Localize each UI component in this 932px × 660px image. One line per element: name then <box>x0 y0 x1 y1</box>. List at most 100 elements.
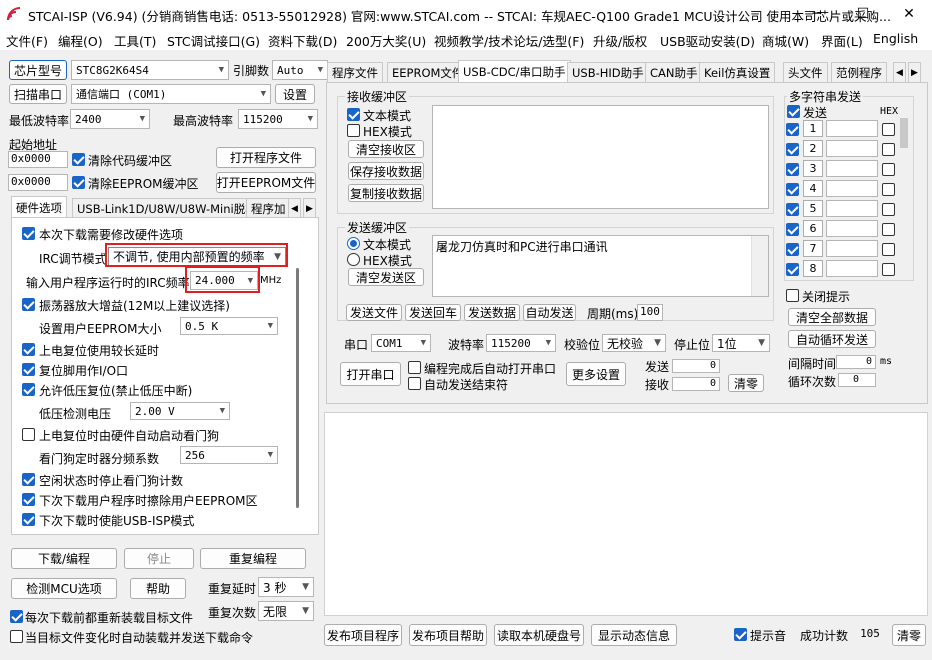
send-file-button[interactable]: 发送文件 <box>346 304 402 321</box>
publish-help-button[interactable]: 发布项目帮助 <box>409 624 487 646</box>
tab-can[interactable]: CAN助手 <box>645 62 703 82</box>
tab-header[interactable]: 头文件 <box>783 62 828 82</box>
send-hex-mode-radio[interactable] <box>347 253 360 266</box>
clear-all-button[interactable]: 清空全部数据 <box>788 308 876 326</box>
multi-send-checkbox[interactable] <box>787 105 800 118</box>
row-text-input[interactable] <box>826 120 878 137</box>
menu-english[interactable]: English <box>873 31 918 46</box>
row-text-input[interactable] <box>826 200 878 217</box>
menu-tools[interactable]: 工具(T) <box>114 31 156 50</box>
pin-count-select[interactable]: Auto ▼ <box>272 60 328 80</box>
send-text-mode-radio[interactable] <box>347 237 360 250</box>
auto-load-checkbox[interactable] <box>10 630 23 643</box>
receive-textarea[interactable] <box>432 105 769 209</box>
menu-video[interactable]: 视频教学/技术论坛/选型(F) <box>434 31 584 50</box>
menu-program[interactable]: 编程(O) <box>58 31 103 50</box>
tab-keil[interactable]: Keil仿真设置 <box>699 62 776 82</box>
scan-port-button[interactable]: 扫描串口 <box>9 84 67 104</box>
maximize-button[interactable]: ☐ <box>840 0 886 28</box>
tab-eeprom-file[interactable]: EEPROM文件 <box>387 62 469 82</box>
min-baud-select[interactable]: 2400 ▼ <box>70 109 150 129</box>
reset-io-checkbox[interactable] <box>22 363 35 376</box>
repeat-delay-select[interactable]: 3 秒 ▼ <box>258 577 314 597</box>
open-eeprom-file-button[interactable]: 打开EEPROM文件 <box>216 172 316 193</box>
interval-input[interactable]: 0 <box>836 355 876 369</box>
row-send-checkbox[interactable] <box>786 203 799 216</box>
usb-isp-checkbox[interactable] <box>22 513 35 526</box>
auto-send-button[interactable]: 自动发送 <box>523 304 576 321</box>
period-input[interactable]: 100 <box>637 304 663 321</box>
auto-end-checkbox[interactable] <box>408 377 421 390</box>
copy-recv-button[interactable]: 复制接收数据 <box>348 184 424 202</box>
menu-upgrade[interactable]: 升级/版权 <box>593 31 647 50</box>
row-hex-checkbox[interactable] <box>882 203 895 216</box>
send-return-button[interactable]: 发送回车 <box>405 304 461 321</box>
row-send-button[interactable]: 5 <box>803 200 823 217</box>
detect-mcu-button[interactable]: 检测MCU选项 <box>11 578 117 599</box>
chip-type-select[interactable]: STC8G2K64S4 ▼ <box>71 60 229 80</box>
menu-usb-driver[interactable]: USB驱动安装(D) <box>660 31 755 50</box>
send-textarea[interactable]: 屠龙刀仿真时和PC进行串口通讯 <box>432 235 769 297</box>
multi-scrollbar[interactable] <box>900 118 908 148</box>
row-send-button[interactable]: 1 <box>803 120 823 137</box>
repeat-program-button[interactable]: 重复编程 <box>200 548 306 569</box>
row-send-button[interactable]: 3 <box>803 160 823 177</box>
read-disk-button[interactable]: 读取本机硬盘号 <box>494 624 584 646</box>
loop-count-input[interactable]: 0 <box>838 373 876 387</box>
menu-download[interactable]: 资料下载(D) <box>268 31 337 50</box>
tab-examples[interactable]: 范例程序 <box>831 62 887 82</box>
tab-usb-cdc[interactable]: USB-CDC/串口助手 <box>458 60 571 82</box>
clear-recv-button[interactable]: 清空接收区 <box>348 140 424 158</box>
row-text-input[interactable] <box>826 260 878 277</box>
scrollbar-thumb[interactable] <box>296 268 299 508</box>
reload-checkbox[interactable] <box>10 610 23 623</box>
clear-success-button[interactable]: 清零 <box>892 624 926 646</box>
tab-usb-hid[interactable]: USB-HID助手 <box>567 62 649 82</box>
baud-select[interactable]: 115200 ▼ <box>486 334 556 352</box>
clear-count-button[interactable]: 清零 <box>728 374 764 392</box>
menu-ui[interactable]: 界面(L) <box>821 31 863 50</box>
row-text-input[interactable] <box>826 180 878 197</box>
row-text-input[interactable] <box>826 220 878 237</box>
row-text-input[interactable] <box>826 240 878 257</box>
output-log-area[interactable] <box>324 412 928 616</box>
row-hex-checkbox[interactable] <box>882 243 895 256</box>
close-button[interactable]: ✕ <box>886 0 932 28</box>
auto-loop-button[interactable]: 自动循环发送 <box>788 330 876 348</box>
row-hex-checkbox[interactable] <box>882 223 895 236</box>
recv-hex-mode-checkbox[interactable] <box>347 124 360 137</box>
start-address-input-2[interactable]: 0x0000 <box>8 174 68 191</box>
clear-eeprom-checkbox[interactable] <box>72 176 85 189</box>
row-send-button[interactable]: 7 <box>803 240 823 257</box>
tab-usb-link[interactable]: USB-Link1D/U8W/U8W-Mini脱机 <box>72 198 262 218</box>
row-hex-checkbox[interactable] <box>882 163 895 176</box>
chip-type-button[interactable]: 芯片型号 <box>9 60 67 80</box>
help-button[interactable]: 帮助 <box>130 578 186 599</box>
tab-scroll-right-icon[interactable]: ▶ <box>908 62 921 82</box>
download-program-button[interactable]: 下载/编程 <box>11 548 117 569</box>
publish-program-button[interactable]: 发布项目程序 <box>324 624 402 646</box>
clear-code-checkbox[interactable] <box>72 153 85 166</box>
row-send-button[interactable]: 8 <box>803 260 823 277</box>
row-hex-checkbox[interactable] <box>882 263 895 276</box>
row-hex-checkbox[interactable] <box>882 183 895 196</box>
tab-scroll-right-icon[interactable]: ▶ <box>303 198 316 218</box>
send-scrollbar[interactable] <box>751 236 768 296</box>
row-send-checkbox[interactable] <box>786 223 799 236</box>
tab-scroll-left-icon[interactable]: ◀ <box>288 198 301 218</box>
tab-hardware-options[interactable]: 硬件选项 <box>11 196 67 218</box>
stop-button[interactable]: 停止 <box>124 548 194 569</box>
save-recv-button[interactable]: 保存接收数据 <box>348 162 424 180</box>
modify-hw-checkbox[interactable] <box>22 227 35 240</box>
clear-send-button[interactable]: 清空发送区 <box>348 268 424 286</box>
menu-award[interactable]: 200万大奖(U) <box>346 31 426 50</box>
parity-select[interactable]: 无校验 ▼ <box>602 334 666 352</box>
row-send-button[interactable]: 4 <box>803 180 823 197</box>
minimize-button[interactable]: ─ <box>794 0 840 28</box>
more-settings-button[interactable]: 更多设置 <box>566 362 626 386</box>
close-hint-checkbox[interactable] <box>786 289 799 302</box>
max-baud-select[interactable]: 115200 ▼ <box>238 109 318 129</box>
row-send-checkbox[interactable] <box>786 263 799 276</box>
menu-shop[interactable]: 商城(W) <box>762 31 809 50</box>
erase-eeprom-checkbox[interactable] <box>22 493 35 506</box>
